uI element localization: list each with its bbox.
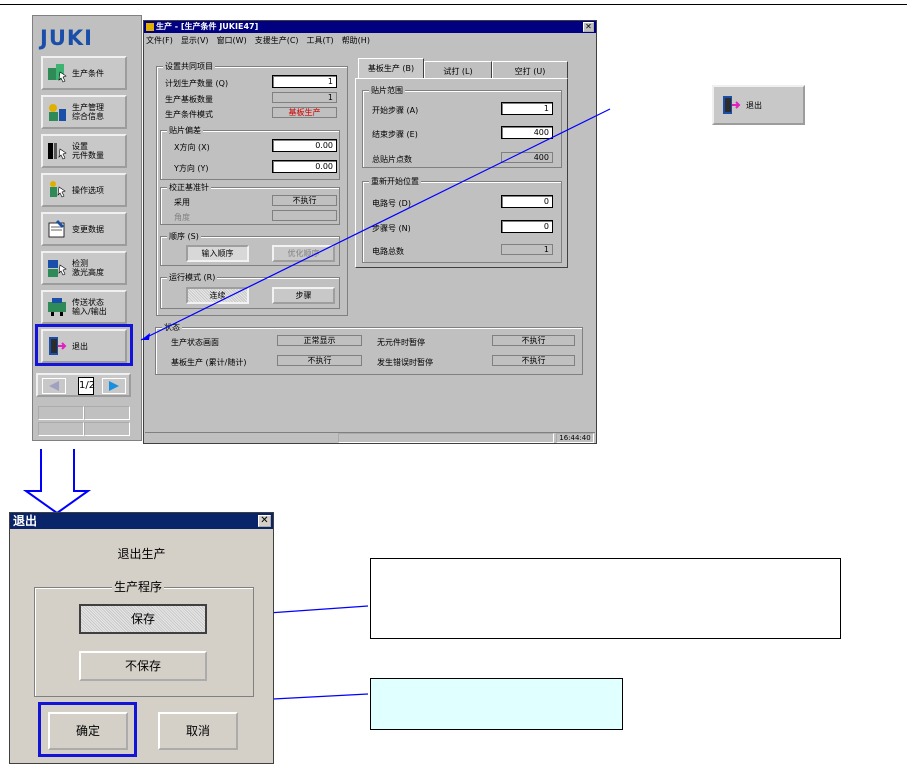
down-arrow [22,449,92,515]
pointer-line [140,108,611,341]
callout-box-highlight [370,678,623,730]
dialog-close-button[interactable]: ✕ [258,515,271,527]
dialog-titlebar: 退出 ✕ [10,513,273,529]
cancel-button[interactable]: 取消 [158,712,238,750]
dialog-title: 退出 [13,514,38,528]
dialog-heading: 退出生产 [117,547,166,561]
no-save-button[interactable]: 不保存 [79,651,207,681]
save-button[interactable]: 保存 [79,604,207,634]
program-group-title: 生产程序 [112,578,165,595]
ok-button-highlight [38,702,137,757]
pointer-arrowhead [141,333,150,340]
callout-box [370,558,841,639]
